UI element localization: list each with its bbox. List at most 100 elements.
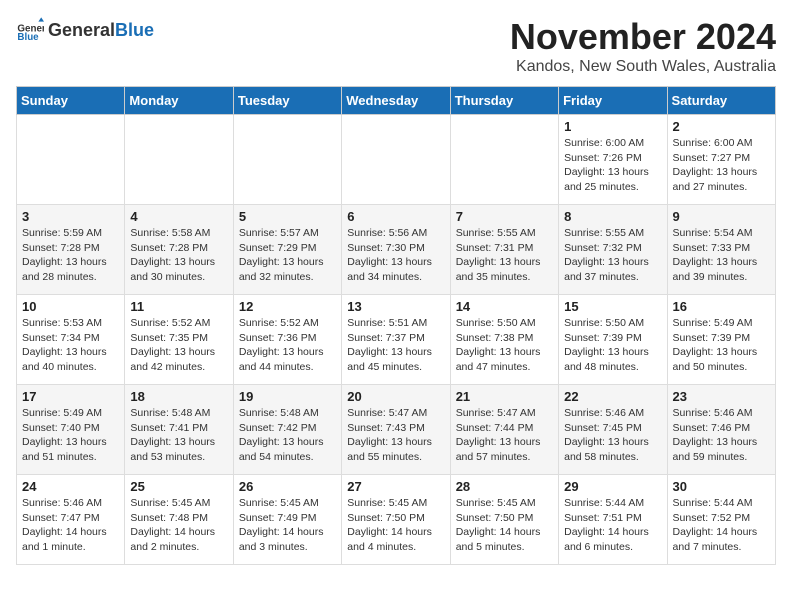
calendar-cell: 16 Sunrise: 5:49 AM Sunset: 7:39 PM Dayli… xyxy=(667,295,775,385)
day-number: 26 xyxy=(239,479,336,494)
calendar-cell xyxy=(450,115,558,205)
logo-text-blue: Blue xyxy=(115,20,154,41)
day-number: 21 xyxy=(456,389,553,404)
calendar-week-row: 3 Sunrise: 5:59 AM Sunset: 7:28 PM Daylig… xyxy=(17,205,776,295)
calendar-cell: 20Sunrise: 5:47 AM Sunset: 7:43 PM Dayli… xyxy=(342,385,450,475)
calendar-cell: 26 Sunrise: 5:45 AM Sunset: 7:49 PM Dayli… xyxy=(233,475,341,565)
calendar-cell: 9Sunrise: 5:54 AM Sunset: 7:33 PM Daylig… xyxy=(667,205,775,295)
title-area: November 2024 Kandos, New South Wales, A… xyxy=(510,16,776,76)
day-number: 23 xyxy=(673,389,770,404)
day-info: Sunrise: 6:00 AM Sunset: 7:27 PM Dayligh… xyxy=(673,136,770,195)
day-info: Sunrise: 5:45 AM Sunset: 7:49 PM Dayligh… xyxy=(239,496,336,555)
calendar-cell: 29 Sunrise: 5:44 AM Sunset: 7:51 PM Dayli… xyxy=(559,475,667,565)
calendar-cell: 11Sunrise: 5:52 AM Sunset: 7:35 PM Dayli… xyxy=(125,295,233,385)
day-info: Sunrise: 5:59 AM Sunset: 7:28 PM Dayligh… xyxy=(22,226,119,285)
day-number: 5 xyxy=(239,209,336,224)
calendar-header-row: SundayMondayTuesdayWednesdayThursdayFrid… xyxy=(17,87,776,115)
calendar-cell xyxy=(342,115,450,205)
day-number: 10 xyxy=(22,299,119,314)
calendar-cell: 19 Sunrise: 5:48 AM Sunset: 7:42 PM Dayli… xyxy=(233,385,341,475)
day-number: 15 xyxy=(564,299,661,314)
day-info: Sunrise: 5:52 AM Sunset: 7:35 PM Dayligh… xyxy=(130,316,227,375)
day-number: 13 xyxy=(347,299,444,314)
day-number: 17 xyxy=(22,389,119,404)
day-info: Sunrise: 5:49 AM Sunset: 7:39 PM Dayligh… xyxy=(673,316,770,375)
day-number: 8 xyxy=(564,209,661,224)
day-number: 6 xyxy=(347,209,444,224)
logo-icon: General Blue xyxy=(16,16,44,44)
calendar-cell: 27 Sunrise: 5:45 AM Sunset: 7:50 PM Dayli… xyxy=(342,475,450,565)
calendar-cell: 10 Sunrise: 5:53 AM Sunset: 7:34 PM Dayli… xyxy=(17,295,125,385)
calendar-cell: 1 Sunrise: 6:00 AM Sunset: 7:26 PM Daylig… xyxy=(559,115,667,205)
day-info: Sunrise: 6:00 AM Sunset: 7:26 PM Dayligh… xyxy=(564,136,661,195)
calendar-week-row: 24Sunrise: 5:46 AM Sunset: 7:47 PM Dayli… xyxy=(17,475,776,565)
calendar-cell: 6 Sunrise: 5:56 AM Sunset: 7:30 PM Daylig… xyxy=(342,205,450,295)
day-number: 20 xyxy=(347,389,444,404)
day-info: Sunrise: 5:45 AM Sunset: 7:50 PM Dayligh… xyxy=(456,496,553,555)
weekday-header: Tuesday xyxy=(233,87,341,115)
logo-text-general: General xyxy=(48,20,115,41)
weekday-header: Wednesday xyxy=(342,87,450,115)
day-number: 24 xyxy=(22,479,119,494)
day-number: 30 xyxy=(673,479,770,494)
day-number: 2 xyxy=(673,119,770,134)
day-number: 9 xyxy=(673,209,770,224)
calendar-cell xyxy=(125,115,233,205)
location-title: Kandos, New South Wales, Australia xyxy=(510,58,776,76)
weekday-header: Sunday xyxy=(17,87,125,115)
month-title: November 2024 xyxy=(510,16,776,58)
day-info: Sunrise: 5:48 AM Sunset: 7:41 PM Dayligh… xyxy=(130,406,227,465)
day-number: 16 xyxy=(673,299,770,314)
day-info: Sunrise: 5:46 AM Sunset: 7:45 PM Dayligh… xyxy=(564,406,661,465)
calendar-cell: 18 Sunrise: 5:48 AM Sunset: 7:41 PM Dayli… xyxy=(125,385,233,475)
day-number: 18 xyxy=(130,389,227,404)
day-number: 14 xyxy=(456,299,553,314)
day-info: Sunrise: 5:44 AM Sunset: 7:52 PM Dayligh… xyxy=(673,496,770,555)
calendar-cell: 5 Sunrise: 5:57 AM Sunset: 7:29 PM Daylig… xyxy=(233,205,341,295)
calendar-cell: 21 Sunrise: 5:47 AM Sunset: 7:44 PM Dayli… xyxy=(450,385,558,475)
day-info: Sunrise: 5:56 AM Sunset: 7:30 PM Dayligh… xyxy=(347,226,444,285)
day-number: 7 xyxy=(456,209,553,224)
calendar-cell: 15Sunrise: 5:50 AM Sunset: 7:39 PM Dayli… xyxy=(559,295,667,385)
calendar-cell: 28Sunrise: 5:45 AM Sunset: 7:50 PM Dayli… xyxy=(450,475,558,565)
day-info: Sunrise: 5:44 AM Sunset: 7:51 PM Dayligh… xyxy=(564,496,661,555)
calendar-week-row: 1 Sunrise: 6:00 AM Sunset: 7:26 PM Daylig… xyxy=(17,115,776,205)
day-number: 4 xyxy=(130,209,227,224)
calendar-cell: 25Sunrise: 5:45 AM Sunset: 7:48 PM Dayli… xyxy=(125,475,233,565)
day-info: Sunrise: 5:57 AM Sunset: 7:29 PM Dayligh… xyxy=(239,226,336,285)
calendar-week-row: 10 Sunrise: 5:53 AM Sunset: 7:34 PM Dayli… xyxy=(17,295,776,385)
day-info: Sunrise: 5:55 AM Sunset: 7:31 PM Dayligh… xyxy=(456,226,553,285)
day-number: 25 xyxy=(130,479,227,494)
day-number: 27 xyxy=(347,479,444,494)
calendar-cell: 22 Sunrise: 5:46 AM Sunset: 7:45 PM Dayli… xyxy=(559,385,667,475)
day-info: Sunrise: 5:51 AM Sunset: 7:37 PM Dayligh… xyxy=(347,316,444,375)
day-info: Sunrise: 5:47 AM Sunset: 7:44 PM Dayligh… xyxy=(456,406,553,465)
day-number: 1 xyxy=(564,119,661,134)
day-number: 22 xyxy=(564,389,661,404)
header: General Blue GeneralBlue November 2024 K… xyxy=(16,16,776,76)
calendar-cell: 23Sunrise: 5:46 AM Sunset: 7:46 PM Dayli… xyxy=(667,385,775,475)
calendar-cell: 24Sunrise: 5:46 AM Sunset: 7:47 PM Dayli… xyxy=(17,475,125,565)
day-number: 29 xyxy=(564,479,661,494)
day-info: Sunrise: 5:58 AM Sunset: 7:28 PM Dayligh… xyxy=(130,226,227,285)
weekday-header: Saturday xyxy=(667,87,775,115)
calendar-week-row: 17Sunrise: 5:49 AM Sunset: 7:40 PM Dayli… xyxy=(17,385,776,475)
day-number: 19 xyxy=(239,389,336,404)
calendar-cell: 4 Sunrise: 5:58 AM Sunset: 7:28 PM Daylig… xyxy=(125,205,233,295)
day-info: Sunrise: 5:48 AM Sunset: 7:42 PM Dayligh… xyxy=(239,406,336,465)
calendar-cell: 8 Sunrise: 5:55 AM Sunset: 7:32 PM Daylig… xyxy=(559,205,667,295)
day-info: Sunrise: 5:53 AM Sunset: 7:34 PM Dayligh… xyxy=(22,316,119,375)
calendar-cell: 2 Sunrise: 6:00 AM Sunset: 7:27 PM Daylig… xyxy=(667,115,775,205)
day-number: 3 xyxy=(22,209,119,224)
calendar-cell: 30 Sunrise: 5:44 AM Sunset: 7:52 PM Dayli… xyxy=(667,475,775,565)
calendar-cell: 7 Sunrise: 5:55 AM Sunset: 7:31 PM Daylig… xyxy=(450,205,558,295)
weekday-header: Friday xyxy=(559,87,667,115)
day-info: Sunrise: 5:50 AM Sunset: 7:38 PM Dayligh… xyxy=(456,316,553,375)
calendar-cell: 17Sunrise: 5:49 AM Sunset: 7:40 PM Dayli… xyxy=(17,385,125,475)
day-info: Sunrise: 5:45 AM Sunset: 7:50 PM Dayligh… xyxy=(347,496,444,555)
calendar-cell xyxy=(233,115,341,205)
svg-text:Blue: Blue xyxy=(17,32,39,43)
day-info: Sunrise: 5:55 AM Sunset: 7:32 PM Dayligh… xyxy=(564,226,661,285)
calendar: SundayMondayTuesdayWednesdayThursdayFrid… xyxy=(16,86,776,565)
day-number: 12 xyxy=(239,299,336,314)
